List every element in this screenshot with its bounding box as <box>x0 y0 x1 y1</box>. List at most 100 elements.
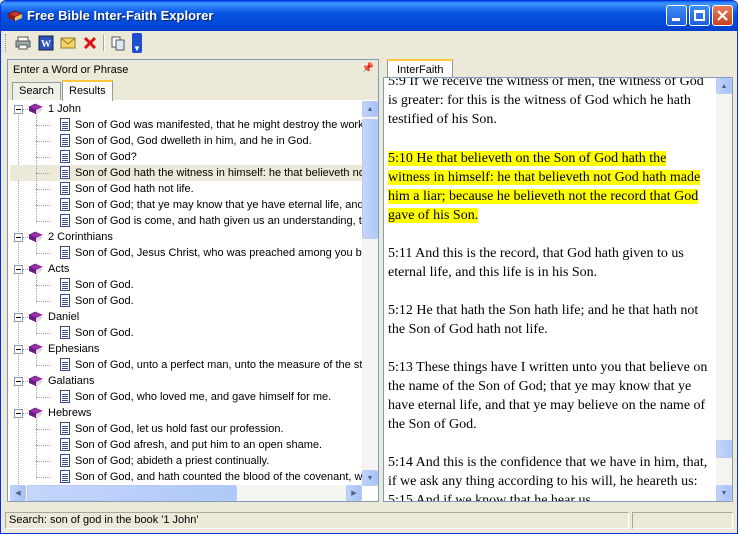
tree-result-item[interactable]: Son of God was manifested, that he might… <box>10 117 362 133</box>
scroll-up-button[interactable]: ▲ <box>362 101 378 117</box>
collapse-icon[interactable] <box>14 345 23 354</box>
search-tabs: Search Results <box>8 80 378 102</box>
tree-result-item[interactable]: Son of God hath not life. <box>10 181 362 197</box>
collapse-icon[interactable] <box>14 313 23 322</box>
tree-result-text: Son of God, unto a perfect man, unto the… <box>75 359 362 371</box>
reader-scroll-thumb[interactable] <box>716 440 732 458</box>
tree-result-item[interactable]: Son of God. <box>10 277 362 293</box>
minimize-button[interactable] <box>666 5 687 26</box>
tree-connector <box>36 241 37 253</box>
minimize-icon <box>672 18 680 21</box>
collapse-icon[interactable] <box>14 105 23 114</box>
verse-5-9: 5:9 If we receive the witness of men, th… <box>388 77 704 127</box>
arrow-right-icon: ▶ <box>351 490 357 497</box>
tree-result-text: Son of God. <box>75 327 134 339</box>
pin-icon[interactable]: 📌 <box>362 63 374 74</box>
scroll-right-button[interactable]: ▶ <box>346 485 362 501</box>
tree-result-text: Son of God; abideth a priest continually… <box>75 455 270 467</box>
delete-icon[interactable] <box>82 35 98 51</box>
tree-result-item[interactable]: Son of God, unto a perfect man, unto the… <box>10 357 362 373</box>
toolbar-overflow-dropdown[interactable]: ▼ <box>132 33 142 53</box>
tree-book-node[interactable]: Galatians <box>10 373 362 389</box>
maximize-button[interactable] <box>689 5 710 26</box>
arrow-up-icon: ▲ <box>720 82 728 90</box>
hscroll-thumb[interactable] <box>27 485 237 501</box>
collapse-icon[interactable] <box>14 377 23 386</box>
collapse-icon[interactable] <box>14 233 23 242</box>
arrow-down-icon: ▼ <box>720 489 728 497</box>
tree-result-text: Son of God. <box>75 295 134 307</box>
tree-result-item[interactable]: Son of God is come, and hath given us an… <box>10 213 362 229</box>
tree-result-item[interactable]: Son of God. <box>10 293 362 309</box>
chevron-down-icon: ▼ <box>133 44 141 53</box>
reader-vertical-scrollbar[interactable]: ▲ ▼ <box>716 78 732 501</box>
tree-book-label: Daniel <box>48 311 80 323</box>
document-icon <box>60 246 70 259</box>
tree-result-item[interactable]: Son of God, God dwelleth in him, and he … <box>10 133 362 149</box>
tree-result-item[interactable]: Son of God; that ye may know that ye hav… <box>10 197 362 213</box>
scroll-down-button[interactable]: ▼ <box>362 470 378 486</box>
scroll-left-button[interactable]: ◀ <box>10 485 26 501</box>
title-bar[interactable]: Free Bible Inter-Faith Explorer <box>1 1 737 31</box>
tree-result-item[interactable]: Son of God? <box>10 149 362 165</box>
tree-connector <box>36 385 37 397</box>
document-icon <box>60 422 70 435</box>
tab-search[interactable]: Search <box>12 82 61 100</box>
arrow-down-icon: ▼ <box>366 474 374 482</box>
tree-result-text: Son of God. <box>75 279 134 291</box>
tree-result-item[interactable]: Son of God, and hath counted the blood o… <box>10 469 362 485</box>
collapse-icon[interactable] <box>14 409 23 418</box>
tree-book-node[interactable]: 1 John <box>10 101 362 117</box>
tree-result-item[interactable]: Son of God. <box>10 325 362 341</box>
toolbar-grip[interactable] <box>5 34 9 52</box>
tree-result-text: Son of God, let us hold fast our profess… <box>75 423 284 435</box>
document-icon <box>60 166 70 179</box>
tree-book-node[interactable]: Daniel <box>10 309 362 325</box>
scroll-thumb[interactable] <box>362 119 378 239</box>
window-title: Free Bible Inter-Faith Explorer <box>27 8 214 23</box>
copy-icon[interactable] <box>110 35 126 51</box>
email-icon[interactable] <box>60 35 76 51</box>
bible-reader[interactable]: 5:9 If we receive the witness of men, th… <box>383 77 733 502</box>
verse-5-11: 5:11 And this is the record, that God ha… <box>388 246 684 280</box>
tree-result-text: Son of God, who loved me, and gave himse… <box>75 391 332 403</box>
results-vertical-scrollbar[interactable]: ▲ ▼ <box>362 101 378 486</box>
tree-result-text: Son of God, Jesus Christ, who was preach… <box>75 247 362 259</box>
document-icon <box>60 150 70 163</box>
search-header-label: Enter a Word or Phrase <box>13 64 129 76</box>
arrow-left-icon: ◀ <box>15 490 21 497</box>
tree-result-text: Son of God? <box>75 151 137 163</box>
tree-result-item[interactable]: Son of God; abideth a priest continually… <box>10 453 362 469</box>
tree-book-label: Acts <box>48 263 70 275</box>
document-icon <box>60 326 70 339</box>
document-icon <box>60 134 70 147</box>
tree-book-node[interactable]: Acts <box>10 261 362 277</box>
tree-result-text: Son of God, God dwelleth in him, and he … <box>75 135 312 147</box>
verse-5-12: 5:12 He that hath the Son hath life; and… <box>388 303 699 337</box>
print-icon[interactable] <box>15 35 31 51</box>
tree-book-node[interactable]: 2 Corinthians <box>10 229 362 245</box>
word-export-icon[interactable]: W <box>38 35 54 51</box>
tree-connector <box>36 353 37 365</box>
close-button[interactable] <box>712 5 733 26</box>
tree-result-item[interactable]: Son of God, who loved me, and gave himse… <box>10 389 362 405</box>
verse-5-10: 5:10 He that believeth on the Son of God… <box>388 149 708 225</box>
document-icon <box>60 118 70 131</box>
results-tree[interactable]: 1 John Son of God was manifested, that he… <box>10 101 362 486</box>
reader-scroll-down-button[interactable]: ▼ <box>716 485 732 501</box>
tree-result-item[interactable]: Son of God afresh, and put him to an ope… <box>10 437 362 453</box>
tree-result-item[interactable]: Son of God hath the witness in himself: … <box>10 165 362 181</box>
tree-book-node[interactable]: Ephesians <box>10 341 362 357</box>
tree-result-text: Son of God is come, and hath given us an… <box>75 215 362 227</box>
collapse-icon[interactable] <box>14 265 23 274</box>
tree-result-text: Son of God hath the witness in himself: … <box>75 167 362 179</box>
results-horizontal-scrollbar[interactable]: ◀ ▶ <box>10 485 362 501</box>
tree-result-item[interactable]: Son of God, let us hold fast our profess… <box>10 421 362 437</box>
reader-scroll-up-button[interactable]: ▲ <box>716 78 732 94</box>
document-icon <box>60 214 70 227</box>
tree-book-node[interactable]: Hebrews <box>10 405 362 421</box>
status-text: Search: son of god in the book '1 John' <box>5 512 629 529</box>
tab-results[interactable]: Results <box>62 80 113 102</box>
tree-result-item[interactable]: Son of God, Jesus Christ, who was preach… <box>10 245 362 261</box>
verse-highlight: 5:10 He that believeth on the Son of God… <box>388 151 701 223</box>
